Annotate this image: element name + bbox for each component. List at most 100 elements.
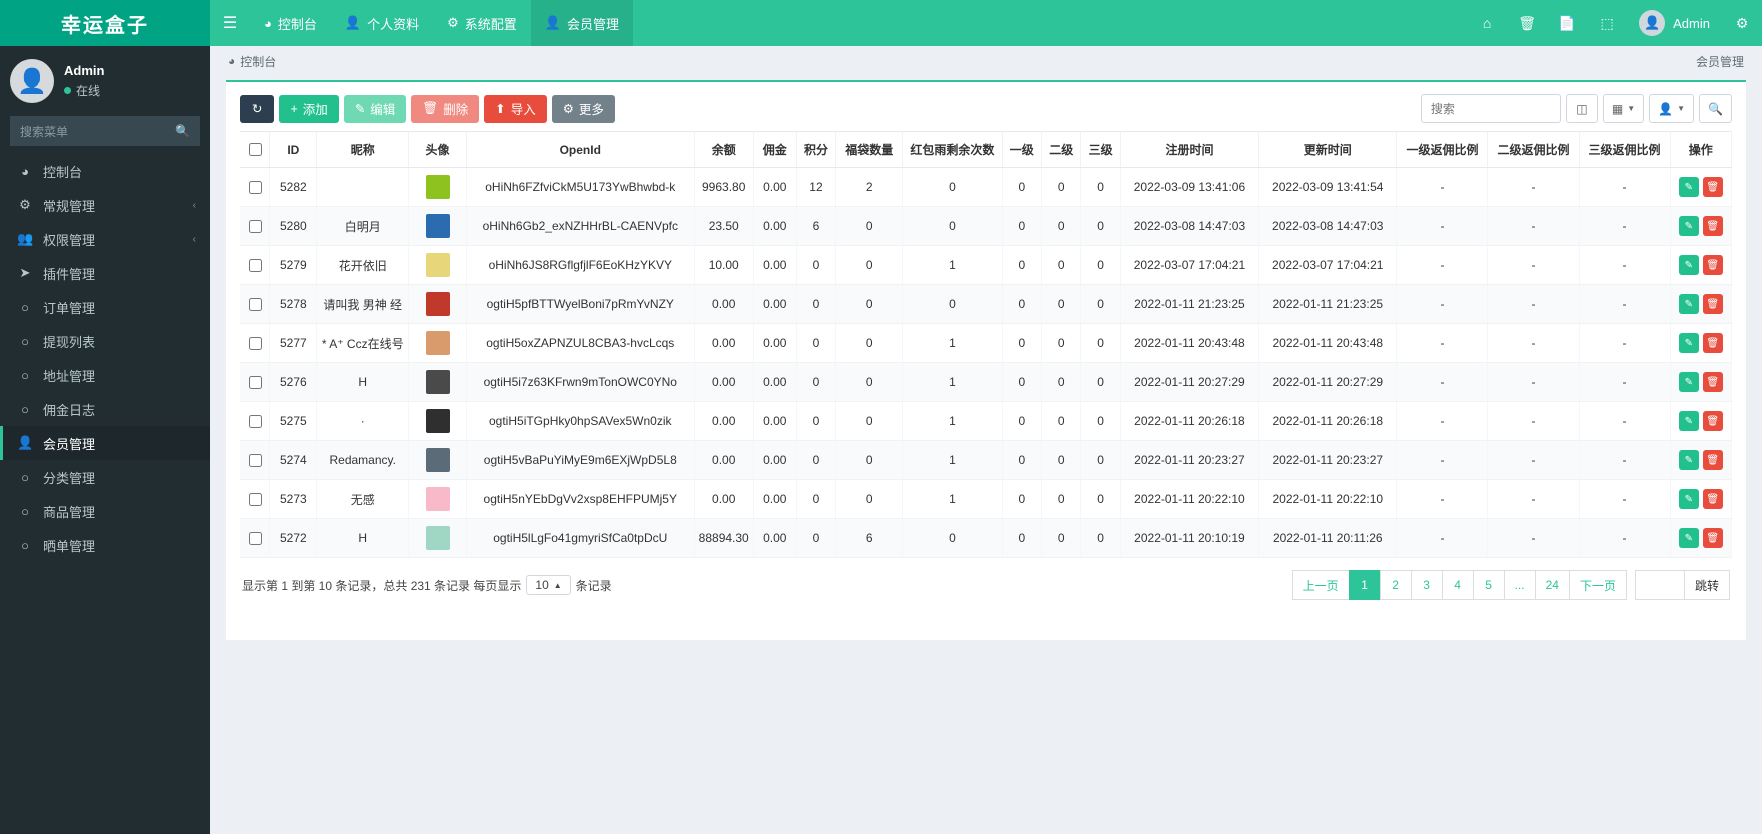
sidebar-item-addresses[interactable]: ○ 地址管理 [0,358,210,392]
sidebar-item-products[interactable]: ○ 商品管理 [0,494,210,528]
sidebar-item-commission-log[interactable]: ○ 佣金日志 [0,392,210,426]
sidebar-item-permissions[interactable]: 👥 权限管理 ‹ [0,222,210,256]
select-all-checkbox[interactable] [248,143,262,156]
refresh-button[interactable]: ↻ [240,94,275,123]
sidebar-profile[interactable]: 👤 Admin 在线 [0,46,210,116]
table-row[interactable]: 5275 · ogtiH5iTGpHky0hpSAVex5Wn0zik 0.00 0.0… [240,401,1733,441]
row-checkbox[interactable] [248,492,262,506]
col-bags[interactable]: 福袋数量 [835,131,904,168]
topnav-user-menu[interactable]: 👤 Admin [1627,0,1722,46]
trash-icon[interactable]: 🗑 [1702,528,1723,548]
col-id[interactable]: ID [269,131,318,168]
pencil-icon[interactable]: ✎ [1678,411,1699,431]
sidebar-item-orders[interactable]: ○ 订单管理 [0,290,210,324]
avatar[interactable] [425,175,450,199]
row-checkbox[interactable] [248,180,262,194]
avatar[interactable] [425,331,450,355]
table-row[interactable]: 5273 无感 ogtiH5nYEbDgVv2xsp8EHFPUMj5Y 0.00 0.… [240,479,1733,519]
app-logo[interactable]: 幸运盒子 [0,0,210,46]
row-checkbox[interactable] [248,297,262,311]
fullscreen-icon[interactable]: ⬚ [1587,0,1627,46]
page-size-select[interactable]: 10 ▲ [526,575,571,595]
sidebar-item-withdrawals[interactable]: ○ 提现列表 [0,324,210,358]
grid-icon[interactable]: ▦ ▼ [1602,94,1645,123]
avatar[interactable] [425,409,450,433]
avatar[interactable] [425,526,450,550]
table-row[interactable]: 5280 白明月 oHiNh6Gb2_exNZHHrBL-CAENVpfc 23.50… [240,206,1733,246]
trash-icon[interactable]: 🗑 [1702,177,1723,197]
topnav-item-dashboard[interactable]: ◕ 控制台 [250,0,331,46]
trash-icon[interactable]: 🗑 [1702,489,1723,509]
more-button[interactable]: ⚙ 更多 [551,94,615,123]
search-icon[interactable]: 🔍 [175,124,190,138]
edit-button[interactable]: ✎ 编辑 [343,94,407,123]
sidebar-item-plugins[interactable]: ➤ 插件管理 [0,256,210,290]
page-button-last[interactable]: 24 [1534,570,1570,600]
avatar[interactable] [425,487,450,511]
table-row[interactable]: 5278 请叫我 男神 经 ogtiH5pfBTTWyelBoni7pRmYvNZY… [240,284,1733,324]
col-rate3[interactable]: 三级返佣比例 [1579,131,1671,168]
sidebar-item-categories[interactable]: ○ 分类管理 [0,460,210,494]
search-input[interactable] [1420,94,1561,123]
sidebar-item-showcase[interactable]: ○ 晒单管理 [0,528,210,562]
col-nickname[interactable]: 昵称 [316,131,410,168]
home-icon[interactable]: ⌂ [1467,0,1507,46]
col-avatar[interactable]: 头像 [408,131,467,168]
sidebar-search[interactable]: 搜索菜单 🔍 [10,116,200,146]
pencil-icon[interactable]: ✎ [1678,294,1699,314]
avatar[interactable] [425,292,450,316]
trash-icon[interactable]: 🗑 [1507,0,1547,46]
page-button-3[interactable]: 3 [1410,570,1443,600]
page-button-4[interactable]: 4 [1441,570,1474,600]
row-checkbox[interactable] [248,453,262,467]
table-row[interactable]: 5272 HogtiH5lLgFo41gmyriSfCa0tpDcU 88894.3… [240,518,1733,558]
col-points[interactable]: 积分 [796,131,837,168]
sidebar-toggle-button[interactable]: ☰ [210,0,250,46]
trash-icon[interactable]: 🗑 [1702,411,1723,431]
sidebar-item-members[interactable]: 👤 会员管理 [0,426,210,460]
next-page-button[interactable]: 下一页 [1568,570,1627,600]
gear-icon[interactable]: ⚙ [1722,0,1762,46]
trash-icon[interactable]: 🗑 [1702,450,1723,470]
add-button[interactable]: + 添加 [279,94,339,123]
col-commission[interactable]: 佣金 [753,131,797,168]
export-icon[interactable]: 👤 ▼ [1649,94,1695,123]
jump-button[interactable]: 跳转 [1683,570,1730,600]
table-row[interactable]: 5279 花开依旧 oHiNh6JS8RGflgfjlF6EoKHzYKVY 10.0… [240,245,1733,285]
table-row[interactable]: 5274 Redamancy. ogtiH5vBaPuYiMyE9m6EXjWpD5… [240,440,1733,480]
avatar[interactable] [425,214,450,238]
jump-page-input[interactable] [1634,570,1685,600]
col-openid[interactable]: OpenId [466,131,695,168]
col-rate2[interactable]: 二级返佣比例 [1487,131,1580,168]
pencil-icon[interactable]: ✎ [1678,216,1699,236]
avatar[interactable] [425,253,450,277]
trash-icon[interactable]: 🗑 [1702,216,1723,236]
col-rate1[interactable]: 一级返佣比例 [1396,131,1489,168]
row-checkbox[interactable] [248,258,262,272]
pencil-icon[interactable]: ✎ [1678,255,1699,275]
pencil-icon[interactable]: ✎ [1678,177,1699,197]
avatar[interactable] [425,370,450,394]
page-button-2[interactable]: 2 [1379,570,1412,600]
trash-icon[interactable]: 🗑 [1702,294,1723,314]
pencil-icon[interactable]: ✎ [1678,333,1699,353]
avatar[interactable] [425,448,450,472]
sidebar-item-dashboard[interactable]: ◕ 控制台 [0,154,210,188]
col-update-time[interactable]: 更新时间 [1258,131,1398,168]
topnav-item-settings[interactable]: ⚙ 系统配置 [433,0,531,46]
search-icon[interactable]: 🔍 [1699,94,1732,123]
breadcrumb-text[interactable]: 控制台 [240,53,276,70]
row-checkbox[interactable] [248,375,262,389]
col-level3[interactable]: 三级 [1080,131,1121,168]
sidebar-item-general[interactable]: ⚙ 常规管理 ‹ [0,188,210,222]
trash-icon[interactable]: 🗑 [1702,255,1723,275]
table-row[interactable]: 5277 * A⁺ Ccz在线号 ogtiH5oxZAPNZUL8CBA3-hvcL… [240,323,1733,363]
page-button-1[interactable]: 1 [1348,570,1381,600]
topnav-item-profile[interactable]: 👤 个人资料 [331,0,433,46]
table-row[interactable]: 5282 oHiNh6FZfviCkM5U173YwBhwbd-k 9963.80 0… [240,167,1733,207]
pencil-icon[interactable]: ✎ [1678,489,1699,509]
row-checkbox[interactable] [248,219,262,233]
col-redpacket[interactable]: 红包雨剩余次数 [902,131,1003,168]
table-row[interactable]: 5276 HogtiH5i7z63KFrwn9mTonOWC0YNo 0.00 0.0… [240,362,1733,402]
col-balance[interactable]: 余额 [694,131,754,168]
